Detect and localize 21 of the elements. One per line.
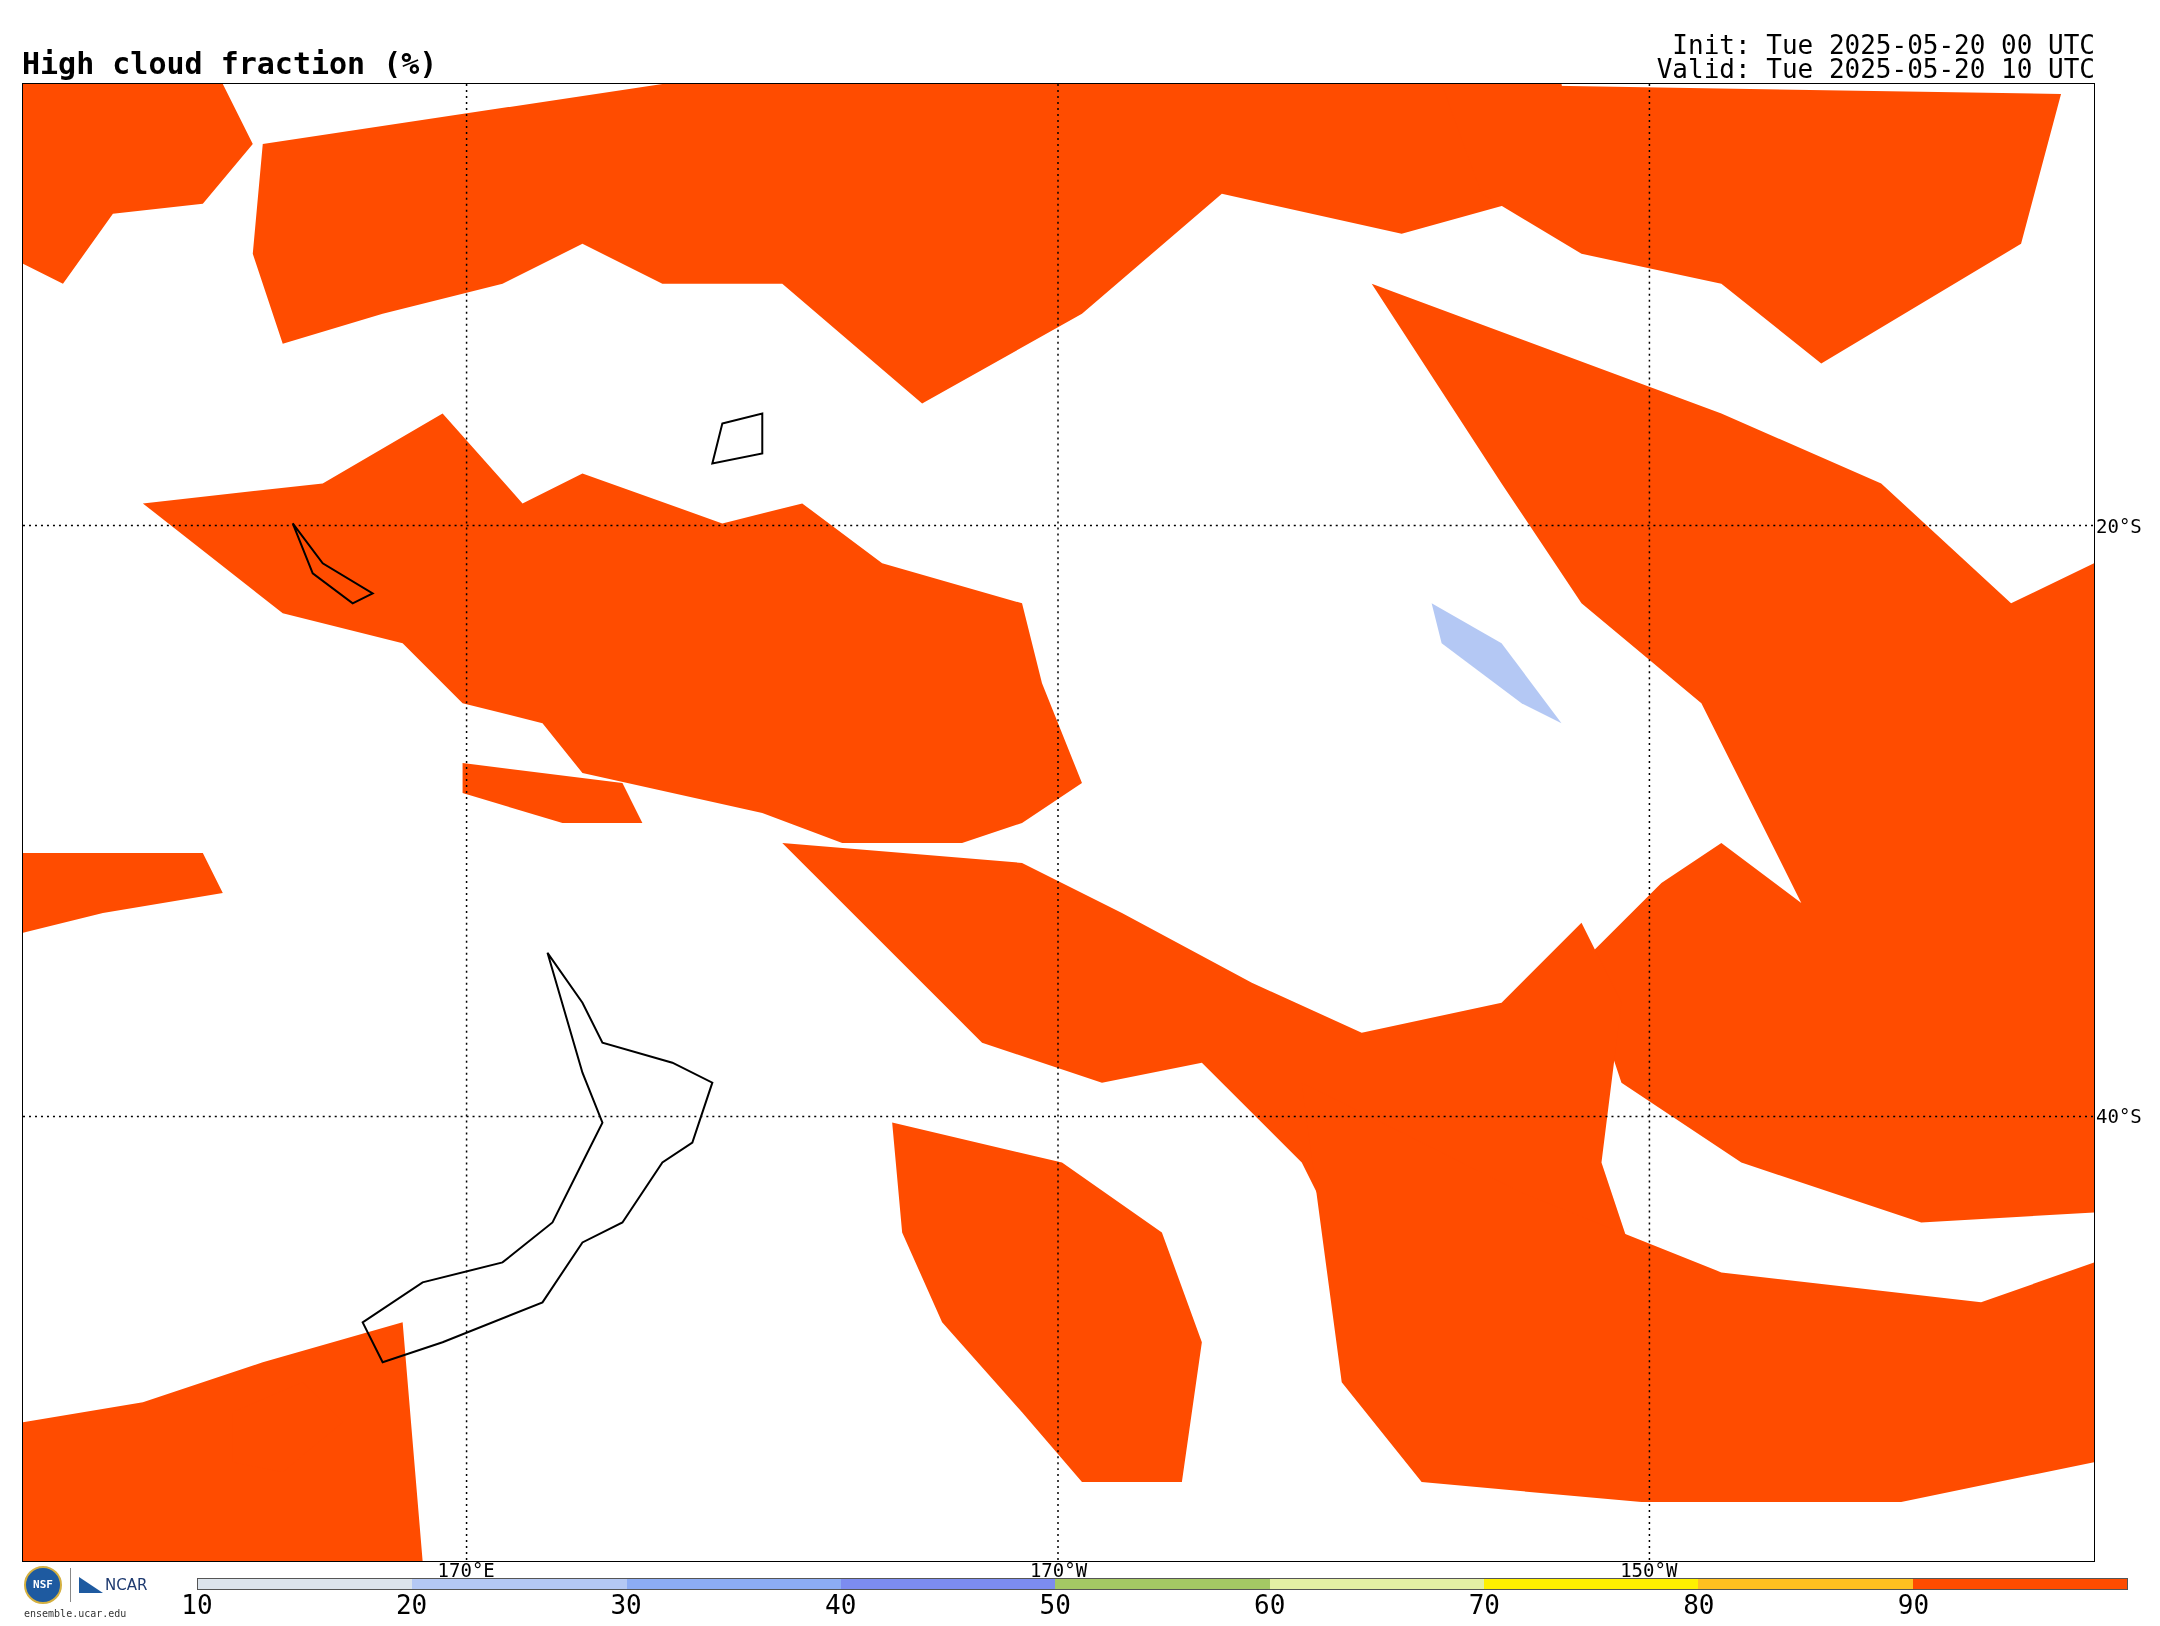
longitude-label: 170°W (1029, 1561, 1088, 1579)
site-address: ensemble.ucar.edu (24, 1607, 128, 1621)
longitude-label: 150°W (1620, 1561, 1678, 1579)
ncar-logo-text: NCAR (105, 1574, 148, 1596)
latitude-label: 20°S (2096, 515, 2142, 536)
scale-tick-label: 10 (181, 1592, 213, 1618)
chart-title: High cloud fraction (%) (22, 49, 438, 79)
scale-tick-label: 80 (1683, 1592, 1715, 1618)
valid-time: Valid: Tue 2025-05-20 10 UTC (1656, 57, 2095, 81)
scale-tick-label: 30 (610, 1592, 642, 1618)
scale-tick-label: 90 (1897, 1592, 1930, 1618)
scale-tick-label: 70 (1468, 1592, 1500, 1618)
nsf-logo: NSF (24, 1566, 62, 1604)
latitude-label: 40°S (2096, 1106, 2142, 1127)
scale-tick-label: 40 (825, 1592, 857, 1618)
scale-tick-label: 20 (395, 1592, 428, 1618)
init-time: Init: Tue 2025-05-20 00 UTC (1672, 33, 2095, 57)
scale-tick-label: 60 (1254, 1592, 1286, 1618)
scale-tick-label: 50 (1039, 1592, 1071, 1618)
ncar-logo-icon (79, 1577, 103, 1593)
longitude-label: 170°E (437, 1561, 495, 1579)
